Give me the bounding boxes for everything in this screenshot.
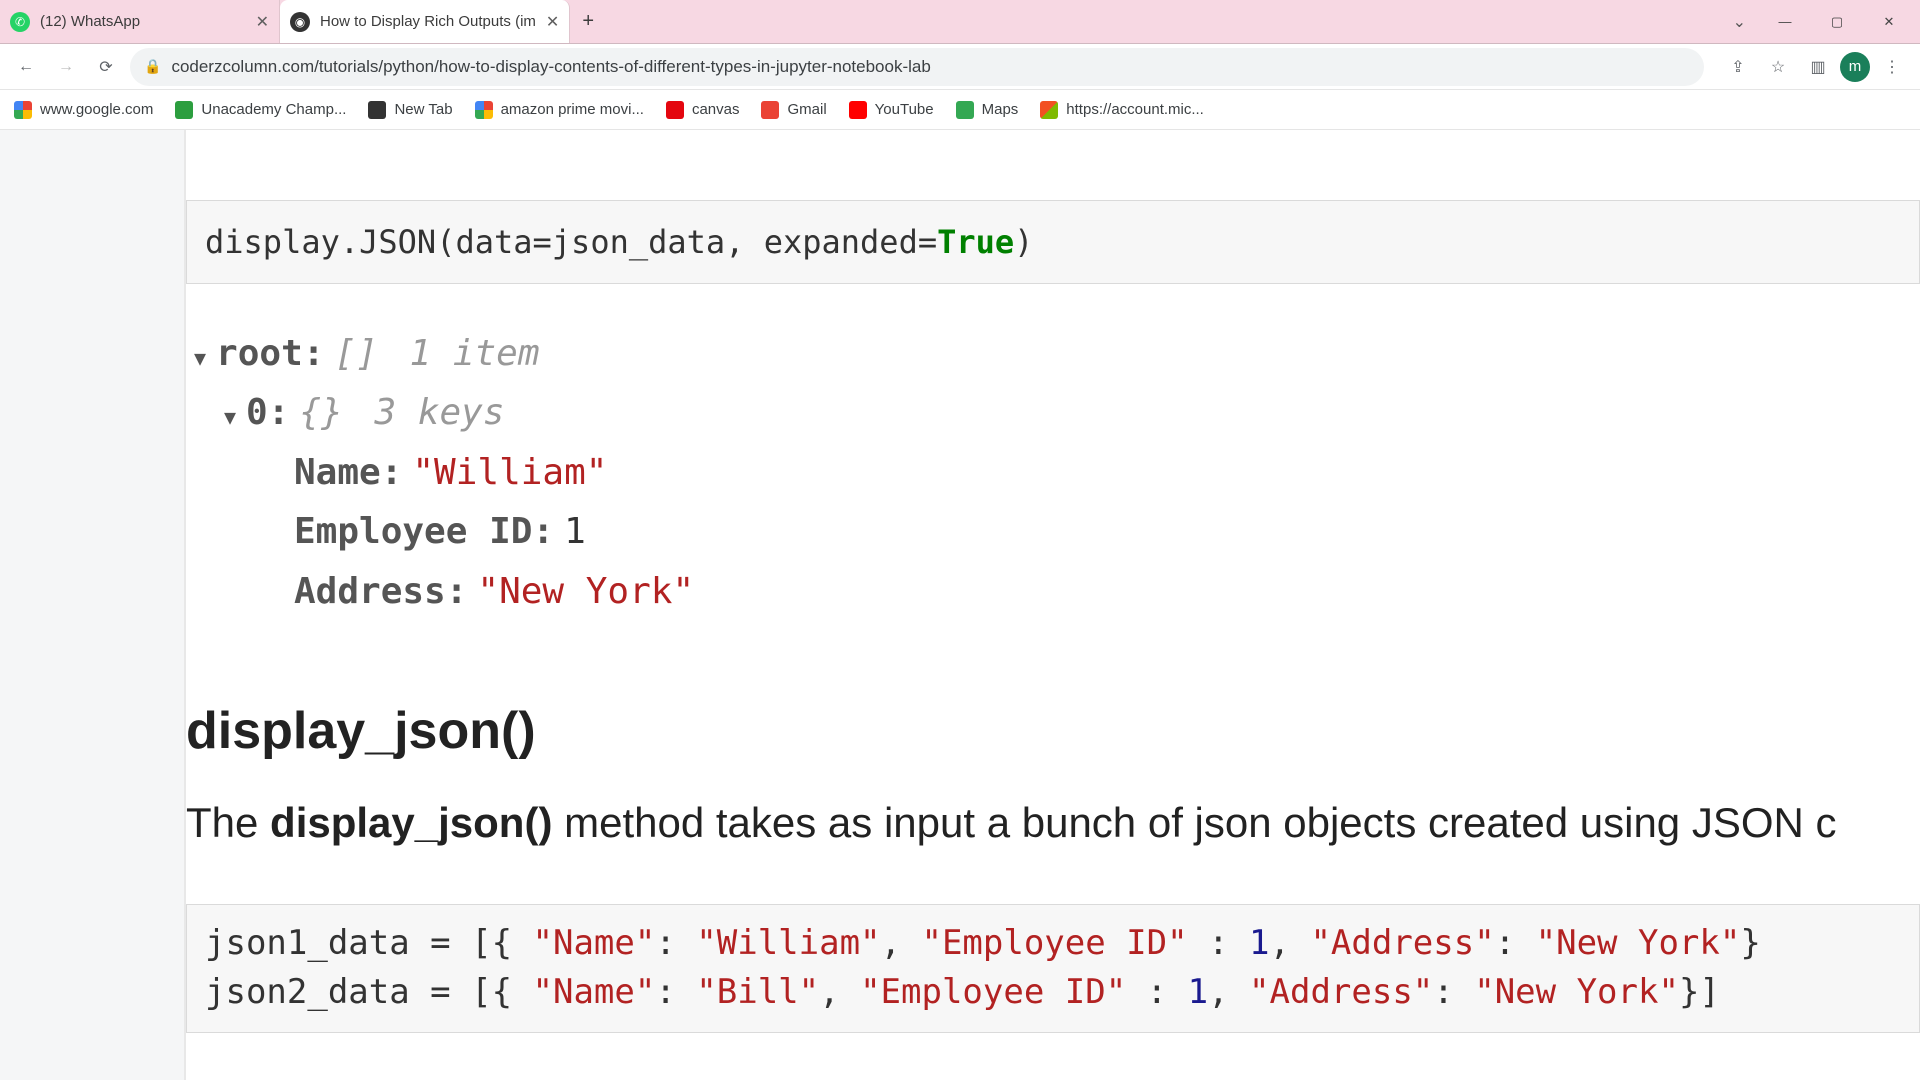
profile-avatar[interactable]: m [1840,52,1870,82]
lock-icon: 🔒 [144,58,161,75]
bookmark-youtube[interactable]: YouTube [849,101,934,119]
window-controls: ⌄ — ▢ ✕ [1733,4,1920,40]
bookmark-canvas[interactable]: canvas [666,101,740,119]
bookmark-gmail[interactable]: Gmail [761,101,826,119]
body-paragraph: The display_json() method takes as input… [186,791,1920,854]
tab-search-icon[interactable]: ⌄ [1733,12,1746,32]
browser-titlebar: ✆ (12) WhatsApp ✕ ◉ How to Display Rich … [0,0,1920,44]
window-close-button[interactable]: ✕ [1866,4,1912,40]
share-icon[interactable]: ⇪ [1720,49,1756,85]
bookmark-star-icon[interactable]: ☆ [1760,49,1796,85]
youtube-icon [849,101,867,119]
page-viewport[interactable]: display.JSON(data=json_data, expanded=Tr… [0,130,1920,1080]
window-maximize-button[interactable]: ▢ [1814,4,1860,40]
site-favicon-icon: ◉ [290,12,310,32]
article-content: display.JSON(data=json_data, expanded=Tr… [184,130,1920,1080]
tree-toggle-icon[interactable]: ▼ [224,401,236,434]
reload-button[interactable]: ⟳ [90,51,122,83]
address-bar[interactable]: 🔒 coderzcolumn.com/tutorials/python/how-… [130,48,1704,86]
tab-close-icon[interactable]: ✕ [546,12,559,32]
bookmarks-bar: www.google.com Unacademy Champ... New Ta… [0,90,1920,130]
browser-toolbar: ← → ⟳ 🔒 coderzcolumn.com/tutorials/pytho… [0,44,1920,90]
bookmark-maps[interactable]: Maps [956,101,1019,119]
code-block-json-data: json1_data = [{ "Name": "William", "Empl… [186,904,1920,1033]
new-tab-button[interactable]: + [570,10,606,33]
microsoft-icon [1040,101,1058,119]
bookmark-amazon[interactable]: amazon prime movi... [475,101,644,119]
bookmark-google[interactable]: www.google.com [14,101,153,119]
canvas-icon [666,101,684,119]
json-output-tree: ▼ root: [] 1 item ▼ 0: {} 3 keys Name: "… [194,324,1920,621]
url-text: coderzcolumn.com/tutorials/python/how-to… [171,57,930,77]
section-heading: display_json() [186,701,1920,761]
tab-title: (12) WhatsApp [40,13,140,30]
whatsapp-icon: ✆ [10,12,30,32]
tab-whatsapp[interactable]: ✆ (12) WhatsApp ✕ [0,0,280,43]
gmail-icon [761,101,779,119]
tab-active[interactable]: ◉ How to Display Rich Outputs (im ✕ [280,0,570,43]
tab-title: How to Display Rich Outputs (im [320,13,536,30]
window-minimize-button[interactable]: — [1762,4,1808,40]
google-icon [14,101,32,119]
tab-close-icon[interactable]: ✕ [256,12,269,32]
google-g-icon [475,101,493,119]
bookmark-microsoft[interactable]: https://account.mic... [1040,101,1204,119]
forward-button[interactable]: → [50,51,82,83]
side-panel-icon[interactable]: ▥ [1800,49,1836,85]
bookmark-unacademy[interactable]: Unacademy Champ... [175,101,346,119]
unacademy-icon [175,101,193,119]
bookmark-newtab[interactable]: New Tab [368,101,452,119]
code-block-json-call: display.JSON(data=json_data, expanded=Tr… [186,200,1920,284]
maps-icon [956,101,974,119]
chrome-menu-icon[interactable]: ⋮ [1874,49,1910,85]
tree-toggle-icon[interactable]: ▼ [194,342,206,375]
back-button[interactable]: ← [10,51,42,83]
newtab-icon [368,101,386,119]
